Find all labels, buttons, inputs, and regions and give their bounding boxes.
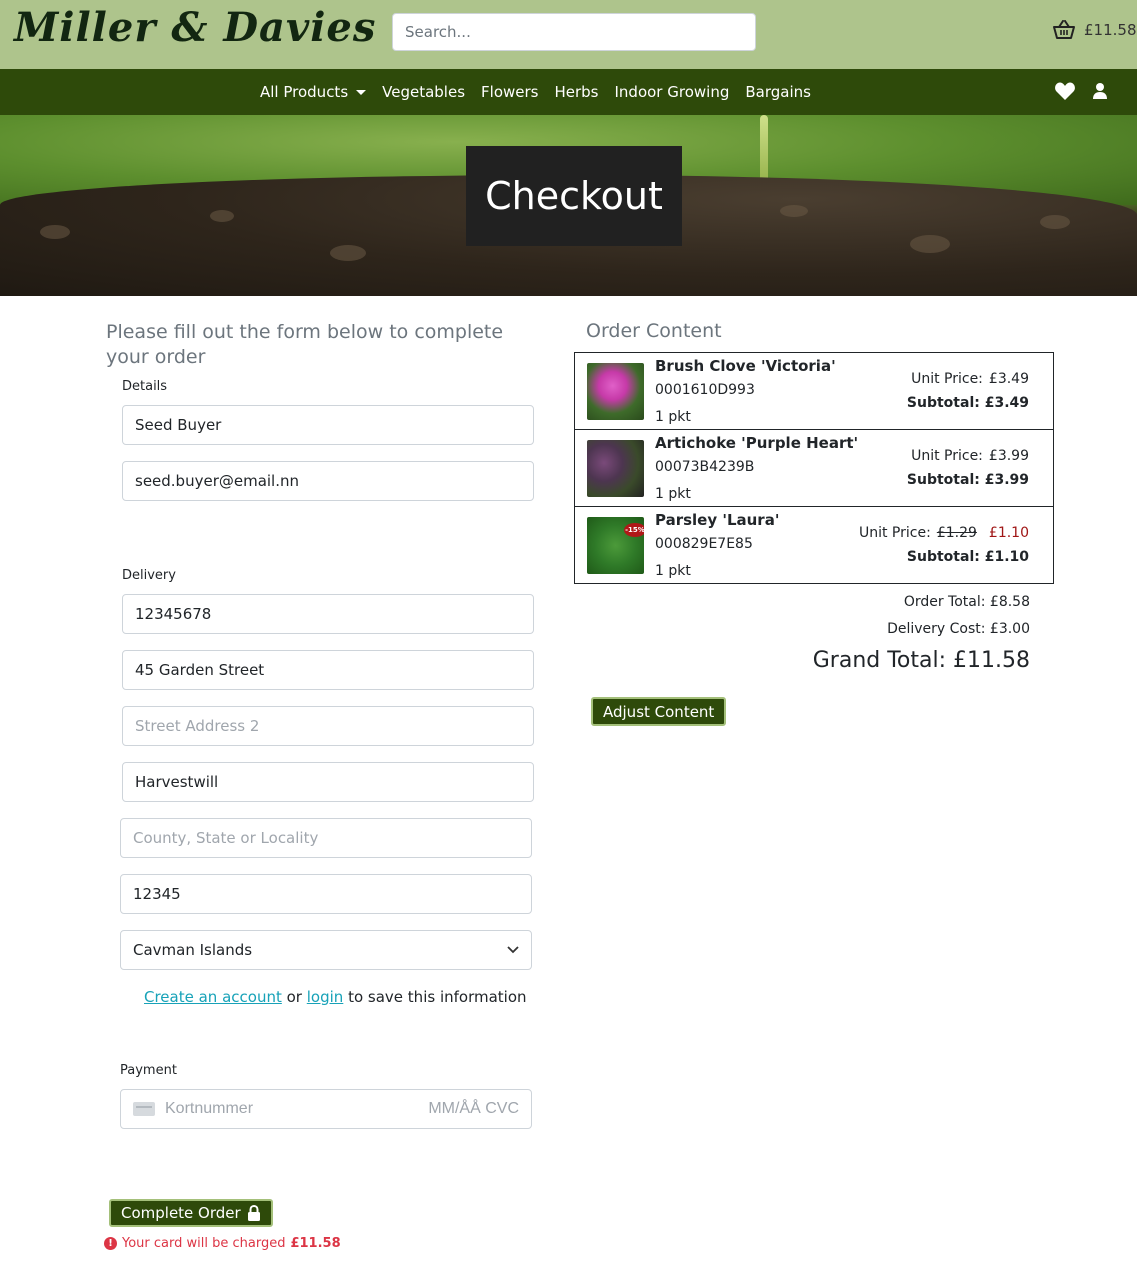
phone-field[interactable] [122, 594, 534, 634]
product-image: -15% [587, 517, 644, 574]
county-field[interactable] [120, 818, 532, 858]
search-input[interactable] [392, 13, 756, 51]
product-quantity: 1 pkt [655, 563, 691, 579]
adjust-content-button[interactable]: Adjust Content [591, 697, 727, 726]
grand-total: Grand Total: £11.58 [812, 648, 1030, 673]
save-info-suffix: to save this information [348, 988, 527, 1006]
lock-icon [247, 1204, 260, 1221]
basket-total: £11.58 [1084, 21, 1137, 39]
unit-price: Unit Price: £1.29 £1.10 [859, 525, 1029, 541]
create-account-link[interactable]: Create an account [144, 988, 282, 1006]
town-field[interactable] [122, 762, 534, 802]
order-item: Artichoke 'Purple Heart' 00073B4239B 1 p… [575, 430, 1053, 507]
product-name: Artichoke 'Purple Heart' [655, 434, 859, 452]
card-input[interactable]: Kortnummer MM/ÅÅ CVC [120, 1089, 532, 1129]
soil-clump [210, 210, 234, 222]
product-sku: 000829E7E85 [655, 536, 753, 552]
basket-icon [1053, 20, 1075, 39]
nav-flowers[interactable]: Flowers [481, 83, 538, 101]
nav-herbs[interactable]: Herbs [554, 83, 598, 101]
order-item: -15% Parsley 'Laura' 000829E7E85 1 pkt U… [575, 507, 1053, 583]
product-quantity: 1 pkt [655, 409, 691, 425]
user-icon[interactable] [1092, 82, 1108, 100]
soil-clump [780, 205, 808, 217]
order-items-table: Brush Clove 'Victoria' 0001610D993 1 pkt… [574, 352, 1054, 584]
street-address-2-field[interactable] [122, 706, 534, 746]
nav-indoor-growing[interactable]: Indoor Growing [615, 83, 730, 101]
complete-order-button[interactable]: Complete Order [109, 1199, 273, 1227]
unit-price-value: £3.99 [988, 448, 1029, 464]
country-value: Cavman Islands [133, 941, 253, 959]
basket-link[interactable]: £11.58 [1052, 20, 1137, 40]
nav-all-products[interactable]: All Products [260, 83, 367, 101]
nav-bargains[interactable]: Bargains [745, 83, 811, 101]
complete-order-label: Complete Order [121, 1204, 241, 1222]
unit-price: Unit Price: £3.99 [911, 448, 1029, 464]
save-info-or: or [286, 988, 302, 1006]
login-link[interactable]: login [307, 988, 344, 1006]
soil-clump [910, 235, 950, 253]
brand-logo[interactable]: Miller & Davies [14, 4, 376, 51]
hero-title-box: Checkout [466, 146, 682, 246]
caret-down-icon [356, 89, 367, 95]
country-select[interactable]: Cavman Islands [120, 930, 532, 970]
soil-clump [1040, 215, 1070, 229]
product-sku: 0001610D993 [655, 382, 755, 398]
charge-amount: £11.58 [290, 1236, 341, 1251]
product-image [587, 363, 644, 420]
unit-price-label: Unit Price: [911, 371, 983, 387]
product-quantity: 1 pkt [655, 486, 691, 502]
unit-price-value: £3.49 [988, 371, 1029, 387]
payment-legend: Payment [120, 1063, 177, 1078]
exclamation-circle-icon: ! [104, 1237, 117, 1250]
email-field[interactable] [122, 461, 534, 501]
original-price: £1.29 [936, 525, 977, 541]
soil-clump [40, 225, 70, 239]
credit-card-icon [133, 1102, 155, 1116]
product-sku: 00073B4239B [655, 459, 755, 475]
unit-price-label: Unit Price: [858, 525, 931, 541]
order-item: Brush Clove 'Victoria' 0001610D993 1 pkt… [575, 353, 1053, 430]
form-intro: Please fill out the form below to comple… [106, 321, 504, 368]
sale-badge: -15% [624, 523, 644, 537]
save-info-text: Create an account or login to save this … [144, 988, 527, 1006]
full-name-field[interactable] [122, 405, 534, 445]
main-nav: All Products Vegetables Flowers Herbs In… [0, 69, 1137, 115]
heart-icon[interactable] [1054, 81, 1076, 101]
item-subtotal: Subtotal: £3.49 [906, 395, 1029, 411]
top-bar: Miller & Davies £11.58 [0, 0, 1137, 69]
page-title: Checkout [485, 174, 663, 218]
delivery-legend: Delivery [122, 568, 176, 583]
product-image [587, 440, 644, 497]
unit-price: Unit Price: £3.49 [911, 371, 1029, 387]
soil-clump [330, 245, 366, 261]
charge-note-text: Your card will be charged [122, 1236, 286, 1251]
chevron-down-icon [507, 946, 519, 954]
nav-label: All Products [260, 83, 349, 101]
nav-vegetables[interactable]: Vegetables [382, 83, 465, 101]
card-number-placeholder: Kortnummer [165, 1100, 254, 1117]
charge-note: ! Your card will be charged £11.58 [104, 1236, 341, 1251]
product-name: Parsley 'Laura' [655, 511, 780, 529]
postcode-field[interactable] [120, 874, 532, 914]
details-legend: Details [122, 379, 168, 394]
card-expiry-cvc-placeholder: MM/ÅÅ CVC [428, 1100, 519, 1117]
order-total: Order Total: £8.58 [903, 594, 1030, 610]
order-heading: Order Content [586, 320, 722, 342]
unit-price-label: Unit Price: [911, 448, 983, 464]
product-name: Brush Clove 'Victoria' [655, 357, 836, 375]
item-subtotal: Subtotal: £1.10 [906, 549, 1029, 565]
street-address-1-field[interactable] [122, 650, 534, 690]
delivery-cost: Delivery Cost: £3.00 [887, 621, 1030, 637]
item-subtotal: Subtotal: £3.99 [906, 472, 1029, 488]
sale-price: £1.10 [988, 525, 1029, 541]
